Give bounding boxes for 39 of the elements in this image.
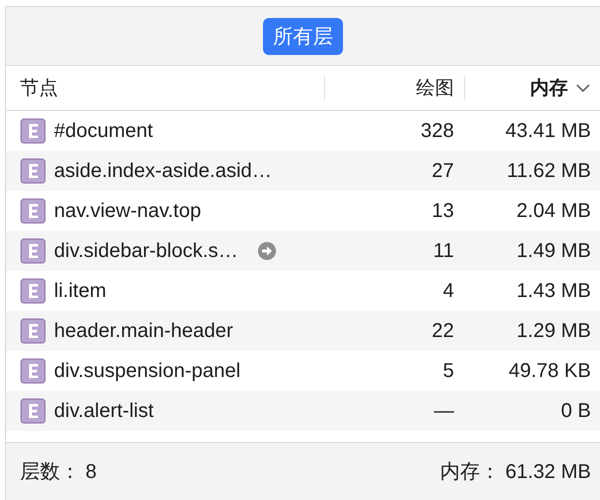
element-icon bbox=[20, 158, 46, 184]
memory-size: 1.29 MB bbox=[516, 320, 592, 342]
node-name: li.item bbox=[54, 280, 106, 302]
column-header[interactable]: 节点 bbox=[20, 75, 58, 101]
paint-count: 5 bbox=[442, 360, 454, 382]
memory-size: 2.04 MB bbox=[516, 200, 592, 222]
paint-count: 13 bbox=[430, 200, 454, 222]
layer-count: 层数： 8 bbox=[20, 460, 97, 485]
element-icon bbox=[20, 398, 46, 424]
paint-count: — bbox=[433, 400, 454, 422]
node-name: header.main-header bbox=[54, 320, 234, 342]
memory-size: 11.62 MB bbox=[506, 160, 592, 182]
paint-count: 27 bbox=[430, 160, 454, 182]
node-name: div.sidebar-block.s… bbox=[54, 240, 238, 262]
chevron-down-icon bbox=[576, 84, 590, 92]
element-icon bbox=[20, 358, 46, 384]
element-icon bbox=[20, 198, 46, 224]
memory-size: 49.78 KB bbox=[508, 360, 592, 382]
total-memory: 内存： 61.32 MB bbox=[440, 460, 591, 485]
memory-size: 0 B bbox=[560, 400, 592, 422]
paint-count: 11 bbox=[432, 240, 454, 262]
paint-count: 328 bbox=[420, 120, 454, 142]
paint-count: 4 bbox=[442, 280, 454, 302]
all-layers-button[interactable]: 所有层 bbox=[263, 18, 343, 54]
element-icon bbox=[20, 278, 46, 304]
memory-size: 1.43 MB bbox=[516, 280, 592, 302]
element-icon bbox=[20, 118, 46, 144]
memory-size: 43.41 MB bbox=[504, 120, 592, 142]
column-header[interactable]: 内存 bbox=[530, 75, 568, 101]
node-name: aside.index-aside.asid… bbox=[54, 160, 272, 182]
element-icon bbox=[20, 318, 46, 344]
paint-count: 22 bbox=[430, 320, 454, 342]
node-name: #document bbox=[54, 120, 153, 142]
memory-size: 1.49 MB bbox=[516, 240, 592, 262]
node-name: nav.view-nav.top bbox=[54, 200, 202, 222]
node-name: div.alert-list bbox=[54, 400, 154, 422]
node-name: div.suspension-panel bbox=[54, 360, 240, 382]
column-header[interactable]: 绘图 bbox=[416, 75, 454, 101]
element-icon bbox=[20, 238, 46, 264]
